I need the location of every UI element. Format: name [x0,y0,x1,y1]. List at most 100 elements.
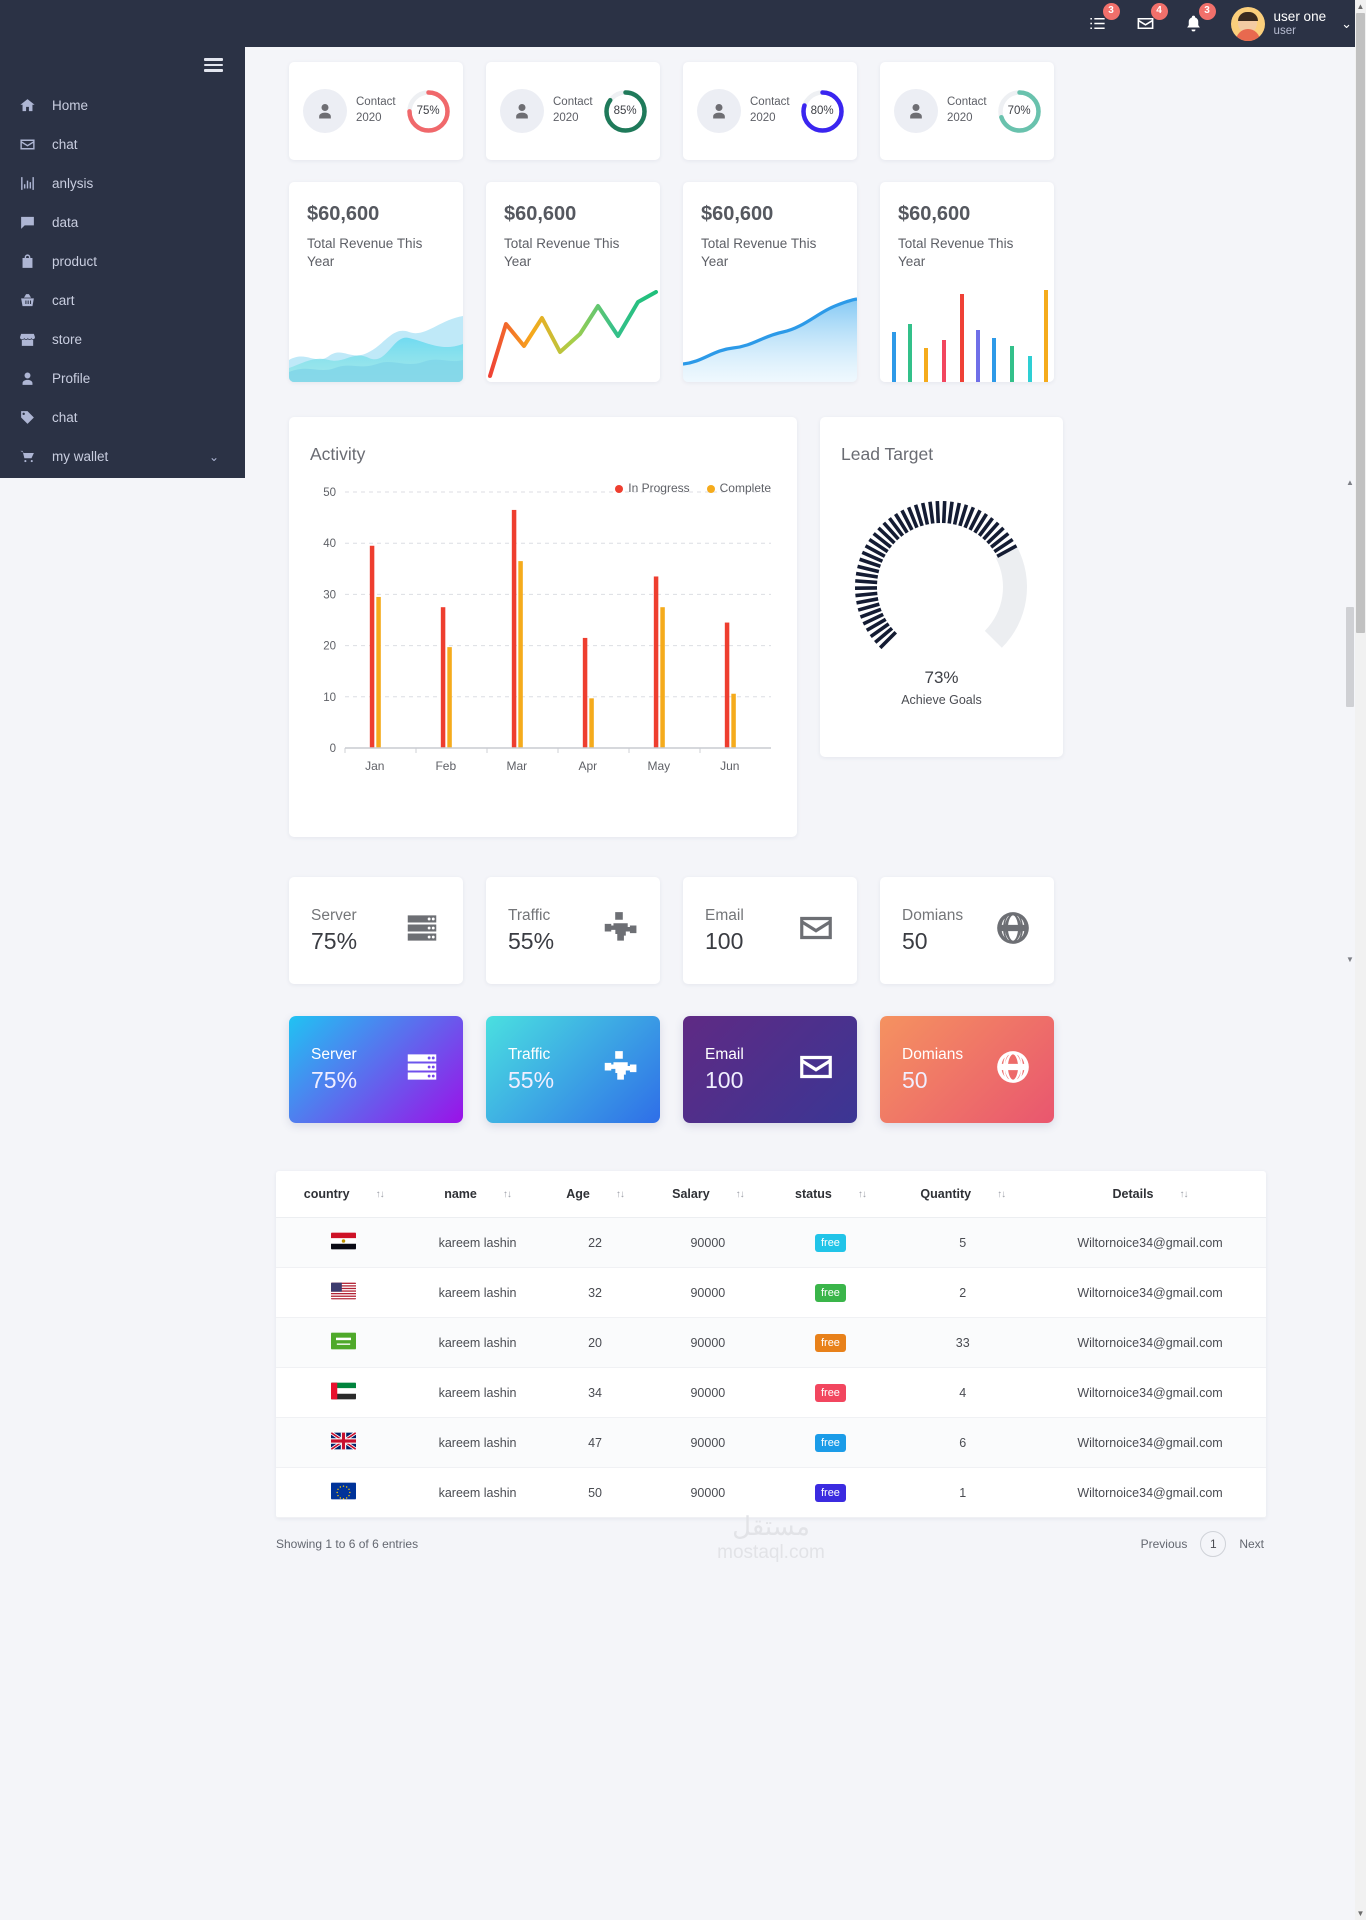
stat-card-email[interactable]: Email 100 [683,877,857,984]
content-scrollbar-thumb[interactable] [1346,607,1354,707]
flag-sa-icon [331,1332,357,1350]
envelope-icon [797,909,835,952]
revenue-amount: $60,600 [307,203,380,225]
stat-cards-row: Server 75% Traffic 55% Email 100 Domians 50 [289,877,1345,984]
contact-card-4[interactable]: Contact 2020 70% [880,62,1054,160]
sort-icon[interactable]: ↑↓ [997,1189,1006,1200]
gradient-card-domians[interactable]: Domians 50 [880,1016,1054,1123]
page-scrollbar[interactable]: ▲ ▼ [1355,0,1366,1920]
sidebar-item-label: anlysis [52,176,94,191]
table-header-label: name [444,1187,477,1201]
table-header-details[interactable]: Details ↑↓ [1034,1171,1266,1218]
sidebar-item-label: chat [52,137,78,152]
content-scroll-down-arrow[interactable]: ▼ [1345,955,1355,964]
contact-card-2[interactable]: Contact 2020 85% [486,62,660,160]
sort-icon[interactable]: ↑↓ [1180,1189,1189,1200]
scroll-up-arrow[interactable]: ▲ [1355,0,1366,13]
scroll-down-arrow[interactable]: ▼ [1355,1907,1366,1920]
revenue-card-1[interactable]: $60,600 Total Revenue This Year [289,182,463,382]
revenue-card-2[interactable]: $60,600 Total Revenue This Year [486,182,660,382]
bell-icon-button[interactable]: 3 [1181,2,1216,37]
gradient-card-title: Email [705,1045,744,1063]
gradient-card-traffic[interactable]: Traffic 55% [486,1016,660,1123]
table-row[interactable]: kareem lashin 34 90000 free 4 Wiltornoice34@g… [276,1367,1266,1418]
previous-page-button[interactable]: Previous [1141,1537,1188,1551]
sidebar-item-product[interactable]: product [0,242,245,281]
sidebar-item-data[interactable]: data [0,203,245,242]
sidebar-item-my-wallet[interactable]: my wallet ⌄ [0,437,245,476]
table-row[interactable]: kareem lashin 20 90000 free 33 Wiltornoice34@… [276,1317,1266,1368]
activity-card: Activity In Progress Complete 0 10 20 30 40 50… [289,417,797,837]
contact-avatar-icon [894,89,938,133]
avatar [1230,6,1265,41]
legend-item-complete[interactable]: Complete [706,481,771,495]
table-row[interactable]: kareem lashin 47 90000 free 6 Wiltornoice34@g… [276,1417,1266,1468]
table-header-country[interactable]: country ↑↓ [276,1171,412,1218]
sort-icon[interactable]: ↑↓ [503,1189,512,1200]
page-scrollbar-thumb[interactable] [1356,13,1365,633]
tasks-icon-button[interactable]: 3 [1085,2,1120,37]
stat-card-domians[interactable]: Domians 50 [880,877,1054,984]
next-page-button[interactable]: Next [1239,1537,1264,1551]
table-header-status[interactable]: status ↑↓ [769,1171,892,1218]
stat-text: Email 100 [705,907,744,955]
content-scrollbar[interactable]: ▲ ▼ [1345,47,1355,1920]
cell-salary: 90000 [646,1417,770,1468]
revenue-amount: $60,600 [504,203,577,225]
sort-icon[interactable]: ↑↓ [736,1189,745,1200]
sidebar-item-label: cart [52,293,75,308]
envelope-icon-button[interactable]: 4 [1133,2,1168,37]
contact-card-1[interactable]: Contact 2020 75% [289,62,463,160]
contact-card-3[interactable]: Contact 2020 80% [683,62,857,160]
sidebar-item-chat[interactable]: chat [0,398,245,437]
sidebar-item-cart[interactable]: cart [0,281,245,320]
table-header-name[interactable]: name ↑↓ [411,1171,544,1218]
revenue-card-4[interactable]: $60,600 Total Revenue This Year [880,182,1054,382]
gradient-card-server[interactable]: Server 75% [289,1016,463,1123]
table-entries-info: Showing 1 to 6 of 6 entries [276,1537,419,1551]
top-bar: 3 4 3 user one user ⌄ [0,0,1366,47]
table-row[interactable]: kareem lashin 32 90000 free 2 Wiltornoice34@g… [276,1267,1266,1318]
contact-percent: 70% [1007,105,1031,117]
table-row[interactable]: kareem lashin 50 90000 free 1 Wiltornoice34@g… [276,1467,1266,1518]
sidebar-item-store[interactable]: store [0,320,245,359]
cell-country [276,1217,412,1268]
cell-age: 20 [543,1317,647,1368]
chevron-down-icon[interactable]: ⌄ [1341,16,1352,32]
user-role: user [1273,24,1296,37]
server-icon [403,909,441,952]
sidebar-item-profile[interactable]: Profile [0,359,245,398]
status-badge: free [814,1283,846,1302]
sidebar-item-chat[interactable]: chat [0,125,245,164]
page-number-1[interactable]: 1 [1200,1531,1227,1557]
stat-text: Traffic 55% [508,907,554,955]
sidebar-item-anlysis[interactable]: anlysis [0,164,245,203]
table-row[interactable]: kareem lashin 22 90000 free 5 Wiltornoice34@g… [276,1217,1266,1268]
sort-icon[interactable]: ↑↓ [616,1189,625,1200]
table-header-label: Details [1112,1187,1154,1201]
sort-icon[interactable]: ↑↓ [376,1189,385,1200]
table-head: country ↑↓ name ↑↓ Age ↑↓ Salary ↑↓ status ↑↓ Quan… [276,1171,1266,1218]
revenue-card-3[interactable]: $60,600 Total Revenue This Year [683,182,857,382]
cell-age: 34 [543,1367,647,1418]
stat-value: 50 [902,927,928,954]
cell-salary: 90000 [646,1467,770,1518]
legend-item-in-progress[interactable]: In Progress [615,481,690,495]
table-header-quantity[interactable]: Quantity ↑↓ [891,1171,1034,1218]
hamburger-icon[interactable] [204,58,223,72]
table-header-salary[interactable]: Salary ↑↓ [646,1171,770,1218]
table-header-label: country [303,1187,350,1201]
stat-text: Server 75% [311,907,357,955]
contact-card-title: Contact [750,96,790,109]
content-scroll-up-arrow[interactable]: ▲ [1345,478,1355,487]
stat-card-server[interactable]: Server 75% [289,877,463,984]
sidebar-item-home[interactable]: Home [0,86,245,125]
table-header-age[interactable]: Age ↑↓ [543,1171,647,1218]
stat-card-traffic[interactable]: Traffic 55% [486,877,660,984]
chevron-down-icon[interactable]: ⌄ [209,450,219,464]
sort-icon[interactable]: ↑↓ [858,1189,867,1200]
user-menu[interactable]: user one user ⌄ [1230,6,1352,41]
activity-lead-row: Activity In Progress Complete 0 10 20 30 40 50… [289,417,1345,837]
gradient-card-email[interactable]: Email 100 [683,1016,857,1123]
cell-details: Wiltornoice34@gmail.com [1034,1317,1266,1368]
